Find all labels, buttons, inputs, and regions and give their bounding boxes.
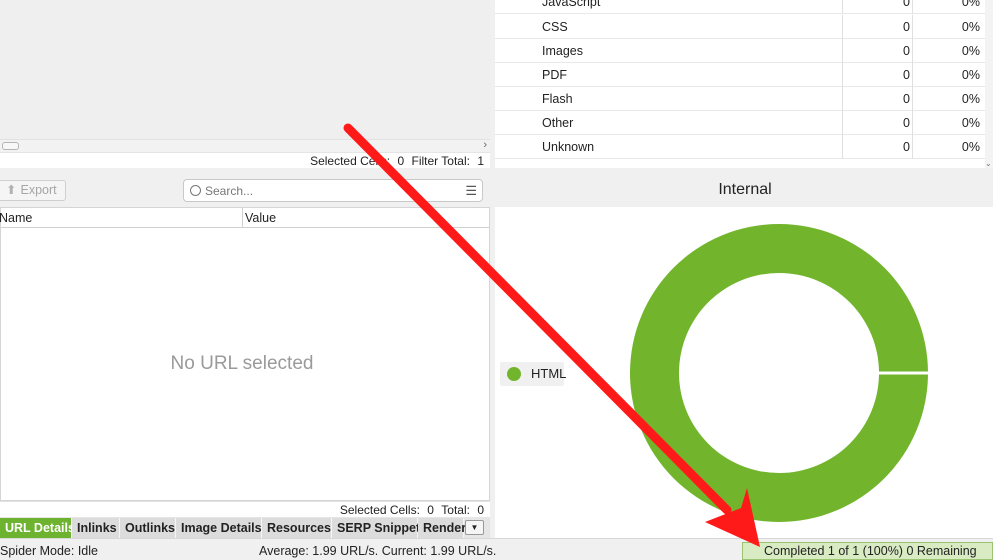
row-count: 0 bbox=[843, 0, 913, 14]
tab-render[interactable]: Render bbox=[418, 518, 466, 538]
row-label: Other bbox=[495, 111, 843, 135]
row-label: PDF bbox=[495, 63, 843, 87]
table-row[interactable]: JavaScript 0 0% bbox=[495, 0, 993, 14]
row-count: 0 bbox=[843, 87, 913, 111]
horizontal-scrollbar[interactable]: › bbox=[0, 139, 490, 152]
top-status-bar: Selected Cells: 0 Filter Total: 1 bbox=[0, 152, 490, 168]
scroll-right-icon[interactable]: › bbox=[483, 139, 487, 151]
row-label: CSS bbox=[495, 15, 843, 39]
legend-swatch bbox=[507, 367, 521, 381]
row-percent: 0% bbox=[961, 44, 980, 58]
crawl-progress-bar: Completed 1 of 1 (100%) 0 Remaining bbox=[742, 542, 993, 560]
table-row[interactable]: Other 0 0% bbox=[495, 111, 993, 135]
upload-icon: ⬆ bbox=[6, 183, 17, 197]
search-box[interactable]: ☰ bbox=[183, 179, 483, 202]
vertical-scrollbar[interactable]: ⌄ bbox=[985, 0, 993, 168]
row-count: 0 bbox=[843, 111, 913, 135]
table-row[interactable]: PDF 0 0% bbox=[495, 63, 993, 87]
row-percent: 0% bbox=[961, 0, 980, 9]
filter-total-label: Filter Total: bbox=[411, 154, 470, 168]
row-percent: 0% bbox=[961, 116, 980, 130]
search-icon bbox=[190, 185, 201, 196]
legend-label: HTML bbox=[531, 366, 567, 381]
chart-header: Internal bbox=[495, 168, 993, 207]
total-label: Total: bbox=[441, 503, 470, 517]
table-row[interactable]: Unknown 0 0% bbox=[495, 135, 993, 159]
bottom-tab-bar: URL Details Inlinks Outlinks Image Detai… bbox=[0, 517, 490, 538]
row-count: 0 bbox=[843, 39, 913, 63]
row-label: JavaScript bbox=[495, 0, 843, 14]
app-footer: Spider Mode: Idle Average: 1.99 URL/s. C… bbox=[0, 538, 993, 560]
row-percent: 0% bbox=[961, 68, 980, 82]
sliders-icon[interactable]: ☰ bbox=[465, 183, 477, 199]
chart-title: Internal bbox=[718, 181, 772, 198]
tab-image-details[interactable]: Image Details bbox=[176, 518, 262, 538]
row-label: Flash bbox=[495, 87, 843, 111]
row-percent: 0% bbox=[961, 92, 980, 106]
column-header-name[interactable]: Name bbox=[0, 208, 243, 228]
row-percent: 0% bbox=[961, 140, 980, 154]
row-count: 0 bbox=[843, 135, 913, 159]
filter-total-value: 1 bbox=[477, 154, 484, 168]
tab-resources[interactable]: Resources bbox=[262, 518, 332, 538]
tab-outlinks[interactable]: Outlinks bbox=[120, 518, 176, 538]
table-row[interactable]: Flash 0 0% bbox=[495, 87, 993, 111]
export-button[interactable]: ⬆ Export bbox=[0, 180, 66, 201]
overview-table: JavaScript 0 0% CSS 0 0% Images 0 0% PDF… bbox=[495, 0, 993, 168]
selected-cells-value: 0 bbox=[397, 154, 405, 168]
total-value: 0 bbox=[477, 503, 484, 517]
bottom-status-bar: Selected Cells: 0 Total: 0 bbox=[0, 501, 490, 517]
row-label: Unknown bbox=[495, 135, 843, 159]
column-header-value[interactable]: Value bbox=[245, 208, 276, 228]
row-percent: 0% bbox=[961, 20, 980, 34]
table-row[interactable]: Images 0 0% bbox=[495, 39, 993, 63]
tab-serp-snippet[interactable]: SERP Snippet bbox=[332, 518, 420, 538]
row-label: Images bbox=[495, 39, 843, 63]
table-header: Name Value bbox=[0, 208, 489, 228]
scrollbar-thumb[interactable] bbox=[2, 142, 19, 150]
row-count: 0 bbox=[843, 63, 913, 87]
chart-panel: HTML bbox=[495, 207, 993, 538]
spider-mode-status: Spider Mode: Idle bbox=[0, 544, 98, 558]
table-row[interactable]: CSS 0 0% bbox=[495, 15, 993, 39]
top-grid-panel bbox=[0, 0, 490, 152]
export-label: Export bbox=[20, 183, 57, 197]
url-details-table: Name Value No URL selected bbox=[0, 207, 490, 501]
selected-cells-label: Selected Cells: bbox=[339, 503, 420, 517]
details-toolbar: ⬆Export ☰ bbox=[0, 168, 490, 207]
empty-state-message: No URL selected bbox=[170, 353, 314, 374]
chevron-down-icon[interactable]: ⌄ bbox=[985, 159, 992, 168]
tab-url-details[interactable]: URL Details bbox=[0, 518, 75, 538]
row-count: 0 bbox=[843, 15, 913, 39]
chevron-down-icon[interactable]: ▼ bbox=[465, 520, 484, 535]
crawl-speed-status: Average: 1.99 URL/s. Current: 1.99 URL/s… bbox=[259, 544, 497, 558]
selected-cells-label: Selected Cells: bbox=[310, 154, 391, 168]
search-input[interactable] bbox=[205, 182, 445, 199]
tab-inlinks[interactable]: Inlinks bbox=[72, 518, 120, 538]
selected-cells-value: 0 bbox=[427, 503, 434, 517]
donut-chart bbox=[630, 224, 929, 522]
chart-legend[interactable]: HTML bbox=[500, 362, 567, 386]
